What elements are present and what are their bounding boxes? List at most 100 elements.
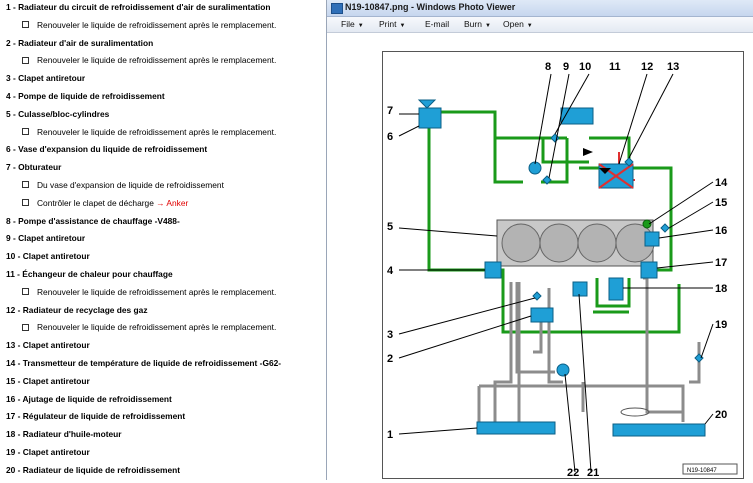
- diagram-label-19: 19: [715, 319, 727, 331]
- green-pipe: [427, 118, 483, 272]
- list-item-heading: 8 - Pompe d'assistance de chauffage -V48…: [6, 216, 180, 226]
- diagram-label-5: 5: [387, 221, 393, 233]
- menu-bar: File ▼ Print ▼ E-mail Burn ▼ Open ▼: [327, 17, 753, 33]
- oil-cooler: [608, 277, 624, 301]
- list-item-note: Du vase d'expansion de liquide de refroi…: [22, 180, 224, 190]
- grey-pipe: [533, 320, 543, 354]
- list-item-text: Renouveler le liquide de refroidissement…: [37, 322, 277, 333]
- list-item-heading: 5 - Culasse/bloc-cylindres: [6, 109, 109, 119]
- list-item-text: 1 - Radiateur du circuit de refroidissem…: [6, 2, 271, 12]
- list-item-text: Renouveler le liquide de refroidissement…: [37, 55, 277, 66]
- list-item-text: 4 - Pompe de liquide de refroidissement: [6, 91, 165, 101]
- diagram-label-9: 9: [563, 61, 569, 73]
- square-bullet-icon: [22, 56, 29, 64]
- menu-burn[interactable]: Burn ▼: [464, 19, 491, 29]
- list-item-text: Renouveler le liquide de refroidissement…: [37, 286, 277, 297]
- list-item-text: 17 - Régulateur de liquide de refroidiss…: [6, 411, 186, 422]
- list-item-text: 16 - Ajutage de liquide de refroidisseme…: [6, 393, 172, 404]
- title-bar[interactable]: N19-10847.png - Windows Photo Viewer: [327, 0, 753, 17]
- list-item-note: Contrôler le clapet de décharge → Anker: [22, 198, 188, 208]
- menu-file[interactable]: File ▼: [341, 19, 364, 29]
- list-item-heading: 9 - Clapet antiretour: [6, 233, 85, 243]
- diagram-label-20: 20: [715, 409, 727, 421]
- menu-open[interactable]: Open ▼: [503, 19, 533, 29]
- list-item-text: 19 - Clapet antiretour: [6, 447, 90, 457]
- list-item-text: 10 - Clapet antiretour: [6, 251, 90, 262]
- green-pipe: [589, 136, 631, 160]
- square-bullet-icon: [22, 21, 29, 29]
- list-item-heading: 18 - Radiateur d'huile-moteur: [6, 429, 122, 439]
- diagram-svg: 7 6 5 4 3 2 1 8 9 10 11 12 13 14 15 16 1: [387, 61, 738, 479]
- coolant-nozzle: [644, 231, 660, 247]
- square-bullet-icon: [22, 181, 29, 189]
- square-bullet-icon: [22, 288, 29, 296]
- menu-print[interactable]: Print ▼: [379, 19, 405, 29]
- list-item-heading: 13 - Clapet antiretour: [6, 340, 90, 350]
- green-pipe: [441, 110, 523, 184]
- list-item-text: Renouveler le liquide de refroidissement…: [37, 126, 277, 137]
- diagram-label-12: 12: [641, 61, 653, 73]
- window-title: N19-10847.png - Windows Photo Viewer: [345, 2, 516, 12]
- grey-pipe: [479, 384, 685, 422]
- aux-pump: [556, 363, 570, 377]
- diagram-label-2: 2: [387, 353, 393, 365]
- diagram-label-13: 13: [667, 61, 679, 73]
- list-item-text: 3 - Clapet antiretour: [6, 73, 86, 84]
- list-item-heading: 14 - Transmetteur de température de liqu…: [6, 358, 281, 368]
- list-item-text: Du vase d'expansion de liquide de refroi…: [37, 180, 224, 190]
- diagram-label-22: 22: [567, 467, 579, 478]
- diagram-label-17: 17: [715, 257, 727, 269]
- diagram-label-15: 15: [715, 197, 727, 209]
- list-item-note: Renouveler le liquide de refroidissement…: [22, 20, 276, 30]
- image-canvas[interactable]: 7 6 5 4 3 2 1 8 9 10 11 12 13 14 15 16 1: [327, 33, 753, 480]
- square-bullet-icon: [22, 323, 29, 331]
- check-valve: [550, 133, 560, 143]
- coolant-regulator: [640, 261, 658, 279]
- chevron-down-icon: ▼: [357, 23, 364, 29]
- list-item-heading: 7 - Obturateur: [6, 162, 61, 172]
- charge-air-radiator: [476, 421, 556, 435]
- diagram-label-14: 14: [715, 177, 728, 189]
- chevron-down-icon: ▼: [399, 23, 406, 29]
- menu-email[interactable]: E-mail: [425, 19, 449, 29]
- list-item-text: Contrôler le clapet de décharge: [37, 197, 157, 208]
- heater-exchanger: [560, 107, 594, 125]
- expansion-tank: [418, 107, 442, 129]
- image-file-icon: [331, 3, 343, 14]
- list-item-text: 12 - Radiateur de recyclage des gaz: [6, 304, 148, 315]
- diagram-label-16: 16: [715, 225, 727, 237]
- list-item-text: 9 - Clapet antiretour: [6, 233, 86, 244]
- green-pipe: [501, 284, 681, 334]
- check-valve: [532, 291, 542, 301]
- list-item-text: 5 - Culasse/bloc-cylindres: [6, 108, 110, 119]
- diagram-label-3: 3: [387, 329, 393, 341]
- list-item-text: 11 - Échangeur de chaleur pour chauffage: [6, 269, 173, 279]
- grey-pipe: [643, 276, 683, 414]
- charge-air-cooler: [530, 307, 554, 323]
- diagram-label-1: 1: [387, 429, 393, 441]
- list-item-text: 20 - Radiateur de liquide de refroidisse…: [6, 464, 181, 475]
- list-item-text: 7 - Obturateur: [6, 162, 62, 173]
- list-item-heading: 10 - Clapet antiretour: [6, 251, 90, 261]
- photo-viewer-window: N19-10847.png - Windows Photo Viewer Fil…: [326, 0, 753, 480]
- list-item-heading: 12 - Radiateur de recyclage des gaz: [6, 305, 148, 315]
- flow-arrow: [583, 148, 593, 156]
- anchor-link[interactable]: → Anker: [156, 198, 188, 208]
- list-item-text: 13 - Clapet antiretour: [6, 340, 90, 351]
- fan: [620, 407, 650, 417]
- list-item-note: Renouveler le liquide de refroidissement…: [22, 55, 276, 65]
- diagram-label-18: 18: [715, 283, 727, 295]
- diagram-label-11: 11: [609, 61, 621, 73]
- list-item-text: 18 - Radiateur d'huile-moteur: [6, 429, 122, 440]
- document-panel: 1 - Radiateur du circuit de refroidissem…: [0, 0, 326, 480]
- list-item-text: 2 - Radiateur d'air de suralimentation: [6, 37, 154, 48]
- list-item-heading: 3 - Clapet antiretour: [6, 73, 85, 83]
- cooling-circuit-diagram: 7 6 5 4 3 2 1 8 9 10 11 12 13 14 15 16 1: [382, 51, 744, 479]
- list-item-text: 6 - Vase d'expansion du liquide de refro…: [6, 144, 208, 155]
- list-item-note: Renouveler le liquide de refroidissement…: [22, 287, 276, 297]
- closure-cap: [417, 99, 437, 109]
- diagram-label-6: 6: [387, 131, 393, 143]
- coolant-radiator: [612, 423, 706, 437]
- coolant-pump: [484, 261, 502, 279]
- grey-pipe: [689, 342, 701, 384]
